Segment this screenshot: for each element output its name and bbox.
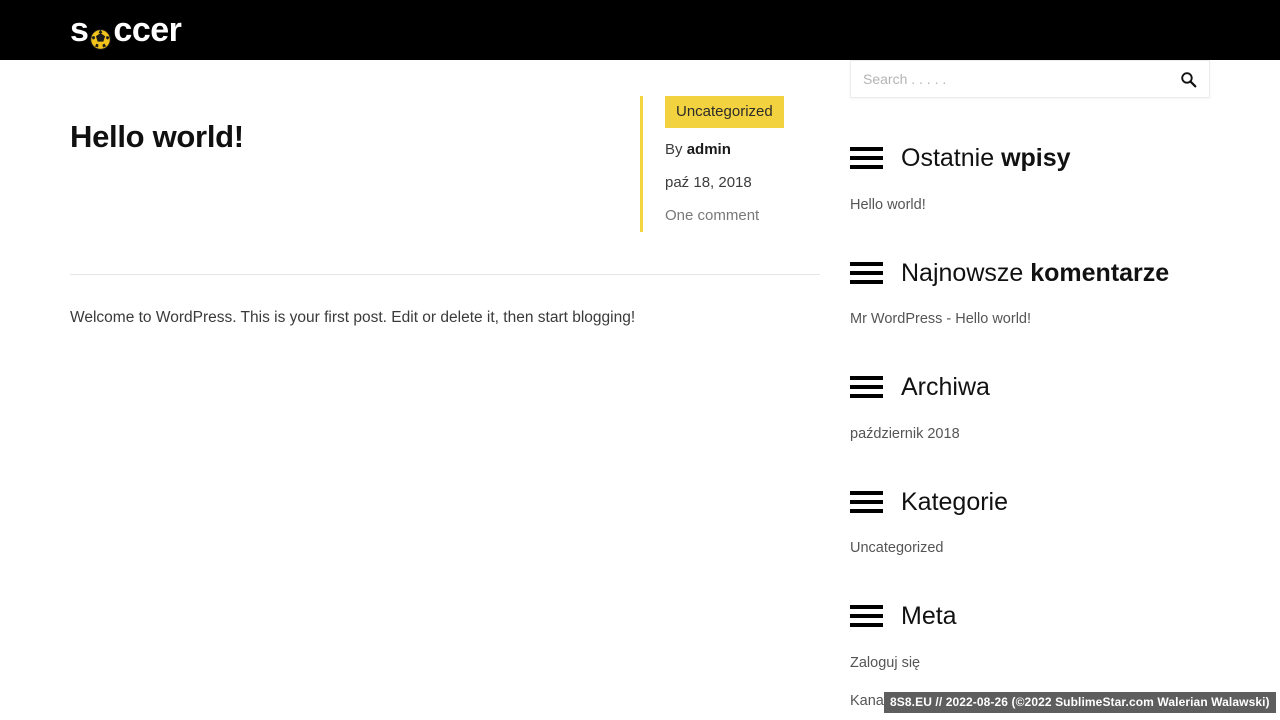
widget-header: Ostatnie wpisy: [850, 144, 1210, 173]
search-box[interactable]: [850, 60, 1210, 98]
sidebar-widget: Archiwa październik 2018: [850, 373, 1210, 446]
widget-title-bold: wpisy: [1001, 144, 1071, 172]
post-body-text: Welcome to WordPress. This is your first…: [70, 309, 636, 327]
sidebar-widgets: Ostatnie wpisy Hello world! Najnowsze kome…: [850, 144, 1210, 720]
post-date: paź 18, 2018: [665, 173, 752, 191]
widget-header: Archiwa: [850, 373, 1210, 402]
site-logo[interactable]: s ccer: [70, 11, 182, 50]
widget-list: Hello world!: [850, 195, 1210, 217]
sidebar-widget: Ostatnie wpisy Hello world!: [850, 144, 1210, 217]
author-prefix: By: [665, 141, 687, 158]
post-author: By admin: [665, 139, 820, 161]
hamburger-icon: [850, 490, 883, 513]
search-button[interactable]: [1175, 66, 1201, 92]
page-title: Hello world!: [70, 119, 244, 154]
page-layout: Hello world! Uncategorized By admin paź …: [0, 60, 1280, 720]
post-comments-link[interactable]: One comment: [665, 205, 820, 227]
list-item[interactable]: Zaloguj się: [850, 653, 1210, 675]
list-item[interactable]: Mr WordPress - Hello world!: [850, 309, 1210, 331]
post-header: Hello world! Uncategorized By admin paź …: [70, 60, 820, 233]
widget-header: Najnowsze komentarze: [850, 259, 1210, 288]
widget-title-bold: komentarze: [1030, 258, 1170, 287]
author-name[interactable]: admin: [687, 141, 731, 158]
hamburger-icon: [850, 376, 883, 399]
widget-list: październik 2018: [850, 424, 1210, 446]
widget-header: Kategorie: [850, 488, 1210, 517]
hamburger-icon: [850, 147, 883, 170]
widget-header: Meta: [850, 602, 1210, 631]
main-content: Hello world! Uncategorized By admin paź …: [0, 60, 820, 332]
logo-text-post: ccer: [113, 11, 182, 49]
logo-text-pre: s: [70, 11, 89, 49]
sidebar-widget: Kategorie Uncategorized: [850, 488, 1210, 561]
list-item[interactable]: październik 2018: [850, 424, 1210, 446]
widget-title: Meta: [901, 602, 957, 631]
widget-title-light: Kategorie: [901, 487, 1009, 516]
widget-title-light: Archiwa: [901, 373, 990, 401]
search-icon: [1180, 71, 1196, 87]
widget-title: Najnowsze komentarze: [901, 259, 1169, 288]
widget-list: Uncategorized: [850, 538, 1210, 560]
widget-title: Archiwa: [901, 373, 990, 402]
widget-title-light: Meta: [901, 602, 957, 630]
widget-list: Mr WordPress - Hello world!: [850, 309, 1210, 331]
hamburger-icon: [850, 261, 883, 284]
category-badge[interactable]: Uncategorized: [665, 96, 784, 128]
widget-title-light: Najnowsze: [901, 258, 1031, 287]
widget-title: Kategorie: [901, 488, 1008, 517]
search-input[interactable]: [851, 61, 1209, 97]
widget-title: Ostatnie wpisy: [901, 144, 1071, 173]
sidebar: Ostatnie wpisy Hello world! Najnowsze kome…: [820, 60, 1280, 720]
list-item[interactable]: Hello world!: [850, 195, 1210, 217]
widget-title-light: Ostatnie: [901, 144, 1002, 172]
post-meta: Uncategorized By admin paź 18, 2018 One …: [640, 96, 820, 233]
watermark-overlay: 8S8.EU // 2022-08-26 (©2022 SublimeStar.…: [884, 692, 1276, 713]
soccer-ball-icon: [90, 22, 112, 50]
hamburger-icon: [850, 605, 883, 628]
sidebar-widget: Najnowsze komentarze Mr WordPress - Hello…: [850, 259, 1210, 332]
site-header: s ccer: [0, 0, 1280, 60]
list-item[interactable]: Uncategorized: [850, 538, 1210, 560]
